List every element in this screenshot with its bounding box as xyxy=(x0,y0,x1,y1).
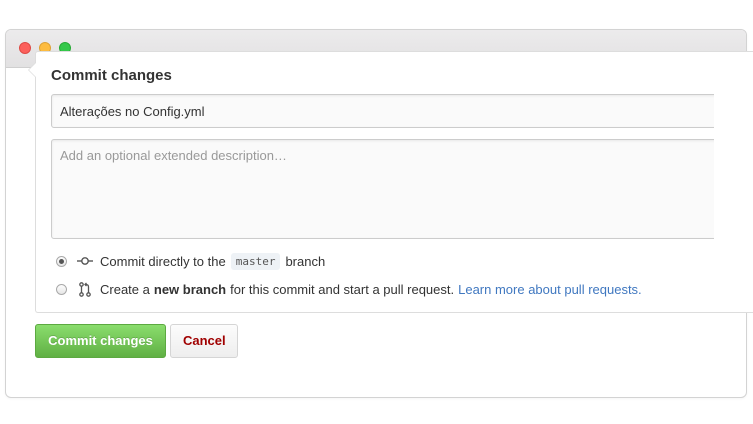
commit-summary-input[interactable] xyxy=(51,94,714,128)
branch-name-badge: master xyxy=(230,252,281,270)
close-window-button[interactable] xyxy=(19,42,31,54)
new-branch-radio[interactable] xyxy=(56,283,67,295)
commit-form-title: Commit changes xyxy=(51,67,172,84)
new-branch-text-bold: new branch xyxy=(153,281,227,297)
commit-direct-text-after: branch xyxy=(285,253,326,269)
cancel-button[interactable]: Cancel xyxy=(170,324,238,358)
new-branch-text-after: for this commit and start a pull request… xyxy=(230,281,455,297)
commit-changes-button[interactable]: Commit changes xyxy=(35,324,166,358)
new-branch-option[interactable]: Create a new branch for this commit and … xyxy=(56,280,642,298)
new-branch-text-before: Create a xyxy=(100,281,150,297)
commit-description-input[interactable] xyxy=(51,139,714,239)
commit-direct-text: Commit directly to the xyxy=(100,253,226,269)
commit-form-content: Commit changes Commit directly to the ma… xyxy=(36,52,714,312)
commit-direct-option[interactable]: Commit directly to the master branch xyxy=(56,252,325,270)
learn-more-pull-requests-link[interactable]: Learn more about pull requests. xyxy=(458,282,642,297)
commit-direct-radio[interactable] xyxy=(56,255,67,267)
commit-form-panel: Commit changes Commit directly to the ma… xyxy=(28,51,753,313)
git-commit-icon xyxy=(77,253,93,269)
git-pull-request-icon xyxy=(77,281,93,297)
panel-pointer xyxy=(28,62,36,78)
